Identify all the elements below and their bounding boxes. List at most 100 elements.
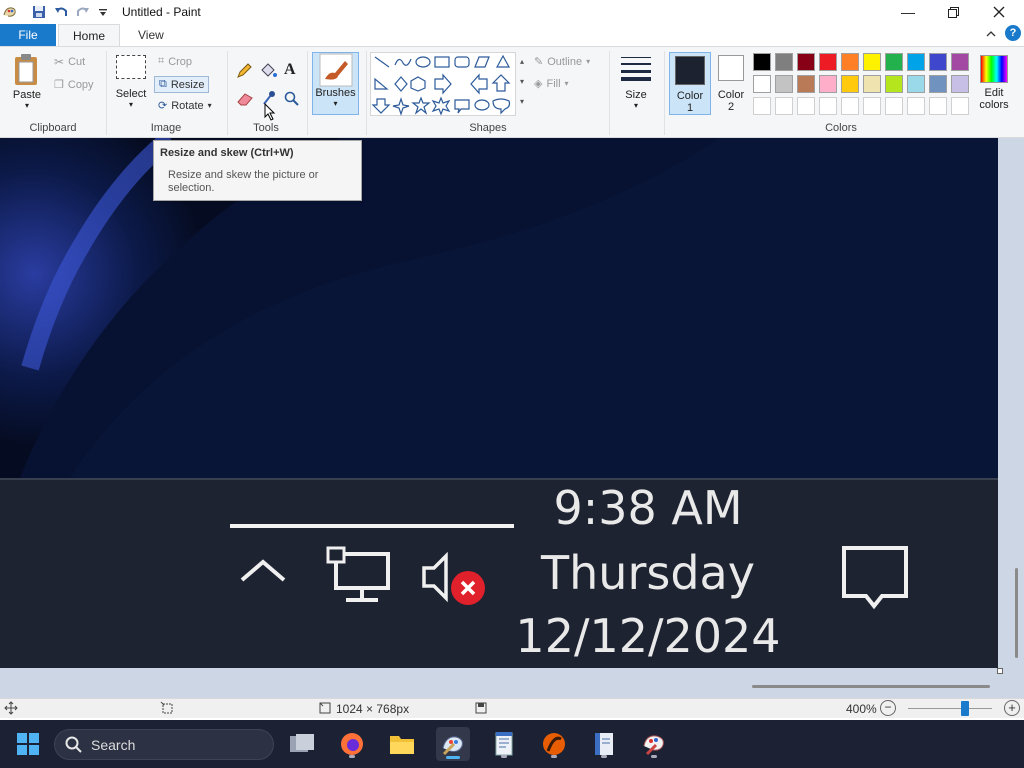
palette-swatch[interactable] bbox=[863, 53, 881, 71]
crop-button[interactable]: ⌗ Crop bbox=[158, 55, 192, 68]
status-bar: 1024 × 768px 400% − + bbox=[0, 698, 1024, 718]
minimize-button[interactable]: — bbox=[885, 0, 931, 24]
collapse-ribbon-icon[interactable] bbox=[985, 28, 997, 42]
palette-swatch[interactable] bbox=[929, 97, 947, 115]
text-tool-icon[interactable]: A bbox=[284, 61, 296, 79]
outline-button[interactable]: ✎ Outline ▾ bbox=[534, 55, 590, 69]
palette-swatch[interactable] bbox=[907, 53, 925, 71]
palette-swatch[interactable] bbox=[819, 75, 837, 93]
vertical-scrollbar[interactable] bbox=[1015, 568, 1018, 658]
palette-swatch[interactable] bbox=[753, 53, 771, 71]
taskbar: Search bbox=[0, 720, 1024, 768]
app-orange-button[interactable] bbox=[538, 728, 570, 760]
network-icon bbox=[326, 546, 392, 607]
paint-classic-button[interactable] bbox=[638, 728, 670, 760]
zoom-out-button[interactable]: − bbox=[880, 700, 896, 716]
orange-app-icon bbox=[543, 733, 565, 755]
palette-swatch[interactable] bbox=[885, 75, 903, 93]
tab-home[interactable]: Home bbox=[58, 24, 121, 46]
select-icon bbox=[116, 55, 146, 79]
edit-colors-button[interactable]: Edit colors bbox=[976, 55, 1012, 111]
palette-swatch[interactable] bbox=[863, 97, 881, 115]
zoom-slider-thumb[interactable] bbox=[961, 701, 969, 716]
size-dropdown-icon: ▾ bbox=[633, 101, 638, 110]
resize-button[interactable]: ⧉ Resize bbox=[154, 76, 210, 93]
taskbar-search-box[interactable]: Search bbox=[54, 729, 274, 760]
task-view-button[interactable] bbox=[286, 728, 318, 760]
book-icon bbox=[595, 733, 613, 755]
palette-swatch[interactable] bbox=[907, 97, 925, 115]
search-icon bbox=[65, 736, 82, 753]
cut-button[interactable]: ✂ Cut bbox=[54, 55, 85, 69]
palette-swatch[interactable] bbox=[863, 75, 881, 93]
palette-swatch[interactable] bbox=[951, 75, 969, 93]
notepad-button[interactable] bbox=[488, 728, 520, 760]
palette-swatch[interactable] bbox=[797, 75, 815, 93]
palette-swatch[interactable] bbox=[885, 97, 903, 115]
palette-swatch[interactable] bbox=[819, 53, 837, 71]
palette-swatch[interactable] bbox=[775, 75, 793, 93]
palette-swatch[interactable] bbox=[951, 97, 969, 115]
reader-app-button[interactable] bbox=[588, 728, 620, 760]
palette-swatch[interactable] bbox=[775, 97, 793, 115]
magnifier-icon[interactable] bbox=[284, 91, 300, 110]
brushes-button[interactable]: Brushes ▾ bbox=[312, 52, 359, 115]
copy-button[interactable]: ❐ Copy bbox=[54, 78, 94, 92]
canvas-workspace: 9:38 AM Thursday 12/12/2024 bbox=[0, 138, 1024, 698]
help-icon[interactable]: ? bbox=[1005, 25, 1021, 41]
clock-date: 12/12/2024 bbox=[515, 609, 781, 663]
canvas-resize-handle[interactable] bbox=[997, 668, 1003, 674]
paste-button[interactable]: Paste ▾ bbox=[8, 53, 46, 110]
palette-icon bbox=[643, 735, 664, 756]
palette-swatch[interactable] bbox=[841, 53, 859, 71]
palette-swatch[interactable] bbox=[885, 53, 903, 71]
close-button[interactable] bbox=[976, 0, 1022, 24]
windows-start-button[interactable] bbox=[12, 728, 44, 760]
color1-button[interactable]: Color 1 bbox=[669, 52, 711, 115]
palette-swatch[interactable] bbox=[797, 53, 815, 71]
customize-quick-access-icon[interactable] bbox=[98, 5, 112, 19]
windows-logo-icon bbox=[17, 733, 39, 755]
shapes-gallery[interactable] bbox=[370, 52, 516, 116]
tab-file[interactable]: File bbox=[0, 24, 56, 46]
tooltip: Resize and skew (Ctrl+W) Resize and skew… bbox=[153, 140, 362, 201]
palette-swatch[interactable] bbox=[929, 53, 947, 71]
palette-swatch[interactable] bbox=[775, 53, 793, 71]
palette-swatch[interactable] bbox=[753, 75, 771, 93]
zoom-in-button[interactable]: + bbox=[1004, 700, 1020, 716]
task-view-icon bbox=[290, 734, 314, 752]
clock-time: 9:38 AM bbox=[553, 481, 743, 535]
shapes-scroll[interactable]: ▴ ▾ ▾ bbox=[516, 52, 528, 116]
file-explorer-button[interactable] bbox=[386, 728, 418, 760]
palette-swatch[interactable] bbox=[929, 75, 947, 93]
rotate-button[interactable]: ⟳ Rotate ▾ bbox=[158, 99, 212, 113]
palette-swatch[interactable] bbox=[907, 75, 925, 93]
file-size-icon bbox=[474, 701, 488, 718]
palette-swatch[interactable] bbox=[841, 97, 859, 115]
zoom-slider[interactable] bbox=[908, 708, 992, 709]
palette-swatch[interactable] bbox=[841, 75, 859, 93]
fill-button[interactable]: ◈ Fill ▾ bbox=[534, 77, 569, 91]
pencil-icon[interactable] bbox=[236, 63, 252, 82]
copy-icon: ❐ bbox=[54, 79, 64, 91]
color2-swatch bbox=[718, 55, 744, 81]
redo-icon[interactable] bbox=[76, 5, 90, 19]
undo-icon[interactable] bbox=[54, 5, 68, 19]
restore-button[interactable] bbox=[930, 0, 976, 24]
palette-swatch[interactable] bbox=[797, 97, 815, 115]
palette-swatch[interactable] bbox=[819, 97, 837, 115]
size-button[interactable]: Size ▾ bbox=[617, 55, 655, 110]
paint-taskbar-button[interactable] bbox=[436, 727, 470, 761]
paint-icon bbox=[442, 736, 463, 756]
save-icon[interactable] bbox=[32, 5, 46, 19]
firefox-button[interactable] bbox=[336, 728, 368, 760]
fill-bucket-icon[interactable] bbox=[259, 63, 277, 82]
palette-swatch[interactable] bbox=[753, 97, 771, 115]
drawing-canvas[interactable]: 9:38 AM Thursday 12/12/2024 bbox=[0, 138, 998, 668]
palette-swatch[interactable] bbox=[951, 53, 969, 71]
select-button[interactable]: Select ▾ bbox=[114, 55, 148, 109]
color2-button[interactable]: Color 2 bbox=[714, 55, 748, 113]
horizontal-scrollbar[interactable] bbox=[752, 685, 990, 688]
eraser-icon[interactable] bbox=[236, 92, 254, 109]
tab-view[interactable]: View bbox=[124, 24, 178, 46]
